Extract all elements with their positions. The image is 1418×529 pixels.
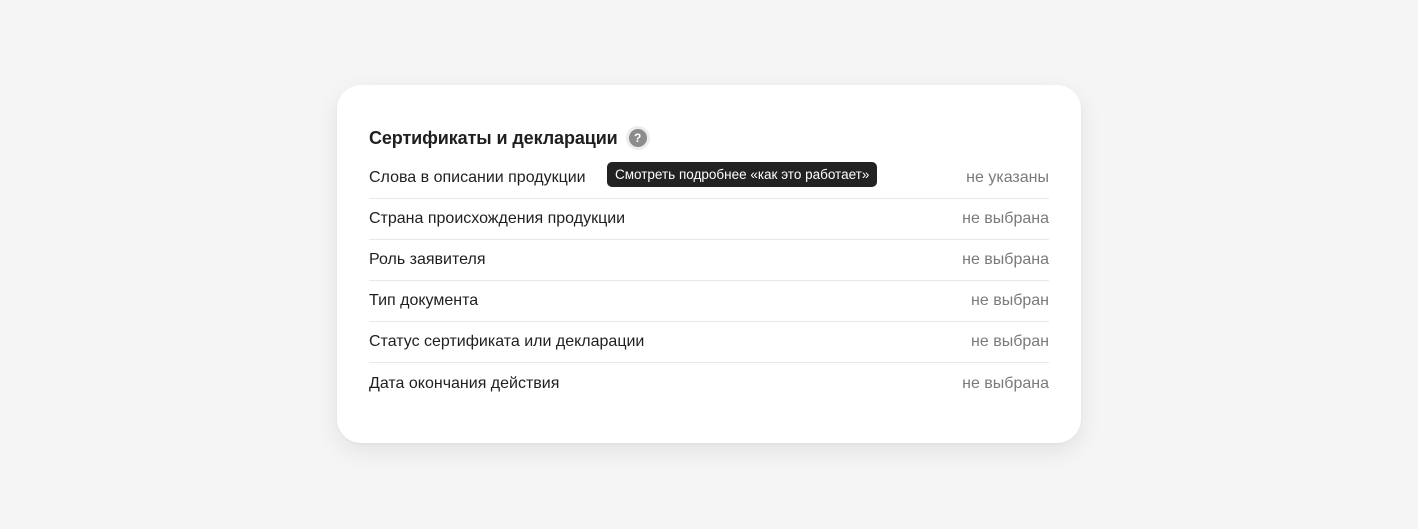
certificates-card: Сертификаты и декларации ? Смотреть подр… — [337, 85, 1081, 443]
filter-row-document-type[interactable]: Тип документа не выбран — [369, 281, 1049, 322]
filter-value: не выбран — [971, 292, 1049, 309]
filter-label: Статус сертификата или декларации — [369, 333, 645, 350]
filter-row-certificate-status[interactable]: Статус сертификата или декларации не выб… — [369, 322, 1049, 363]
filter-list: Слова в описании продукции не указаны Ст… — [369, 158, 1049, 404]
filter-label: Страна происхождения продукции — [369, 210, 626, 227]
filter-value: не выбрана — [962, 251, 1049, 268]
filter-value: не указаны — [966, 169, 1049, 186]
filter-value: не выбрана — [962, 210, 1049, 227]
filter-value: не выбрана — [962, 374, 1049, 392]
section-header: Сертификаты и декларации ? — [369, 125, 647, 151]
filter-row-expiry-date[interactable]: Дата окончания действия не выбрана — [369, 363, 1049, 404]
filter-row-applicant-role[interactable]: Роль заявителя не выбрана — [369, 240, 1049, 281]
filter-label: Дата окончания действия — [369, 374, 560, 392]
section-title: Сертификаты и декларации — [369, 127, 618, 148]
filter-label: Роль заявителя — [369, 251, 486, 268]
filter-value: не выбран — [971, 333, 1049, 350]
filter-label: Тип документа — [369, 292, 479, 309]
filter-row-origin-country[interactable]: Страна происхождения продукции не выбран… — [369, 199, 1049, 240]
filter-label: Слова в описании продукции — [369, 169, 586, 186]
help-tooltip: Смотреть подробнее «как это работает» — [607, 162, 878, 187]
question-mark-icon[interactable]: ? — [628, 129, 647, 147]
